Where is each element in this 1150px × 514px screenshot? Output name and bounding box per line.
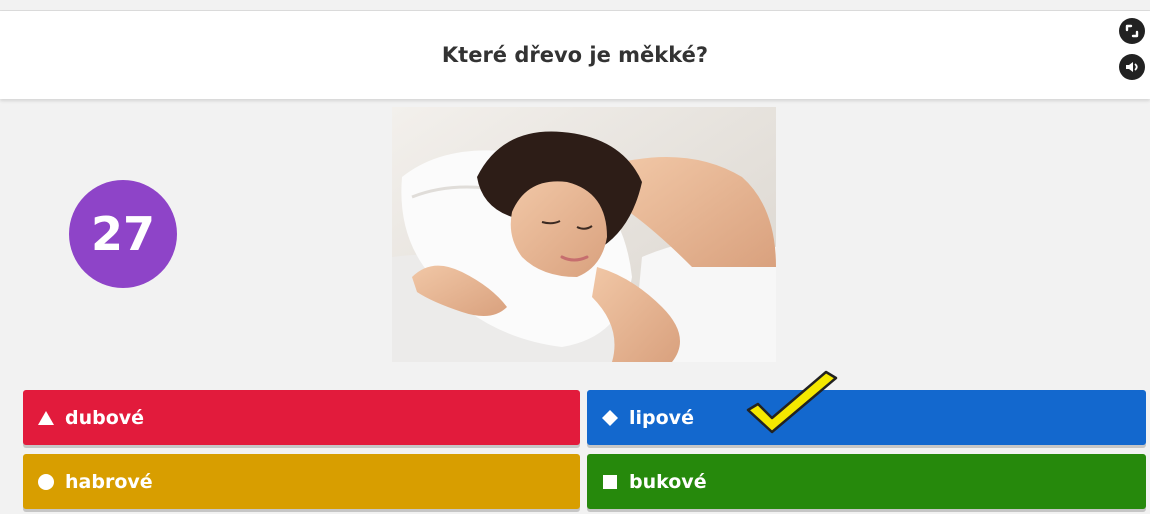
sleeping-woman-photo (392, 107, 776, 362)
question-text: Které dřevo je měkké? (441, 43, 709, 67)
triangle-icon (35, 407, 57, 429)
answer-label: bukové (629, 470, 707, 493)
sound-button[interactable] (1119, 54, 1145, 80)
question-image (392, 107, 776, 362)
fullscreen-icon (1125, 24, 1139, 38)
speaker-icon (1126, 62, 1138, 72)
circle-icon (35, 471, 57, 493)
countdown-timer: 27 (69, 180, 177, 288)
answer-label: lipové (629, 406, 694, 429)
answer-button-dubove[interactable]: dubové (23, 390, 580, 445)
answer-button-habrove[interactable]: habrové (23, 454, 580, 509)
answer-label: habrové (65, 470, 153, 493)
checkmark-icon (746, 370, 838, 434)
fullscreen-button[interactable] (1119, 18, 1145, 44)
answer-label: dubové (65, 406, 145, 429)
question-header: Které dřevo je měkké? (0, 11, 1150, 99)
square-icon (599, 471, 621, 493)
answer-button-lipove[interactable]: lipové (587, 390, 1146, 445)
diamond-icon (599, 407, 621, 429)
answer-button-bukove[interactable]: bukové (587, 454, 1146, 509)
